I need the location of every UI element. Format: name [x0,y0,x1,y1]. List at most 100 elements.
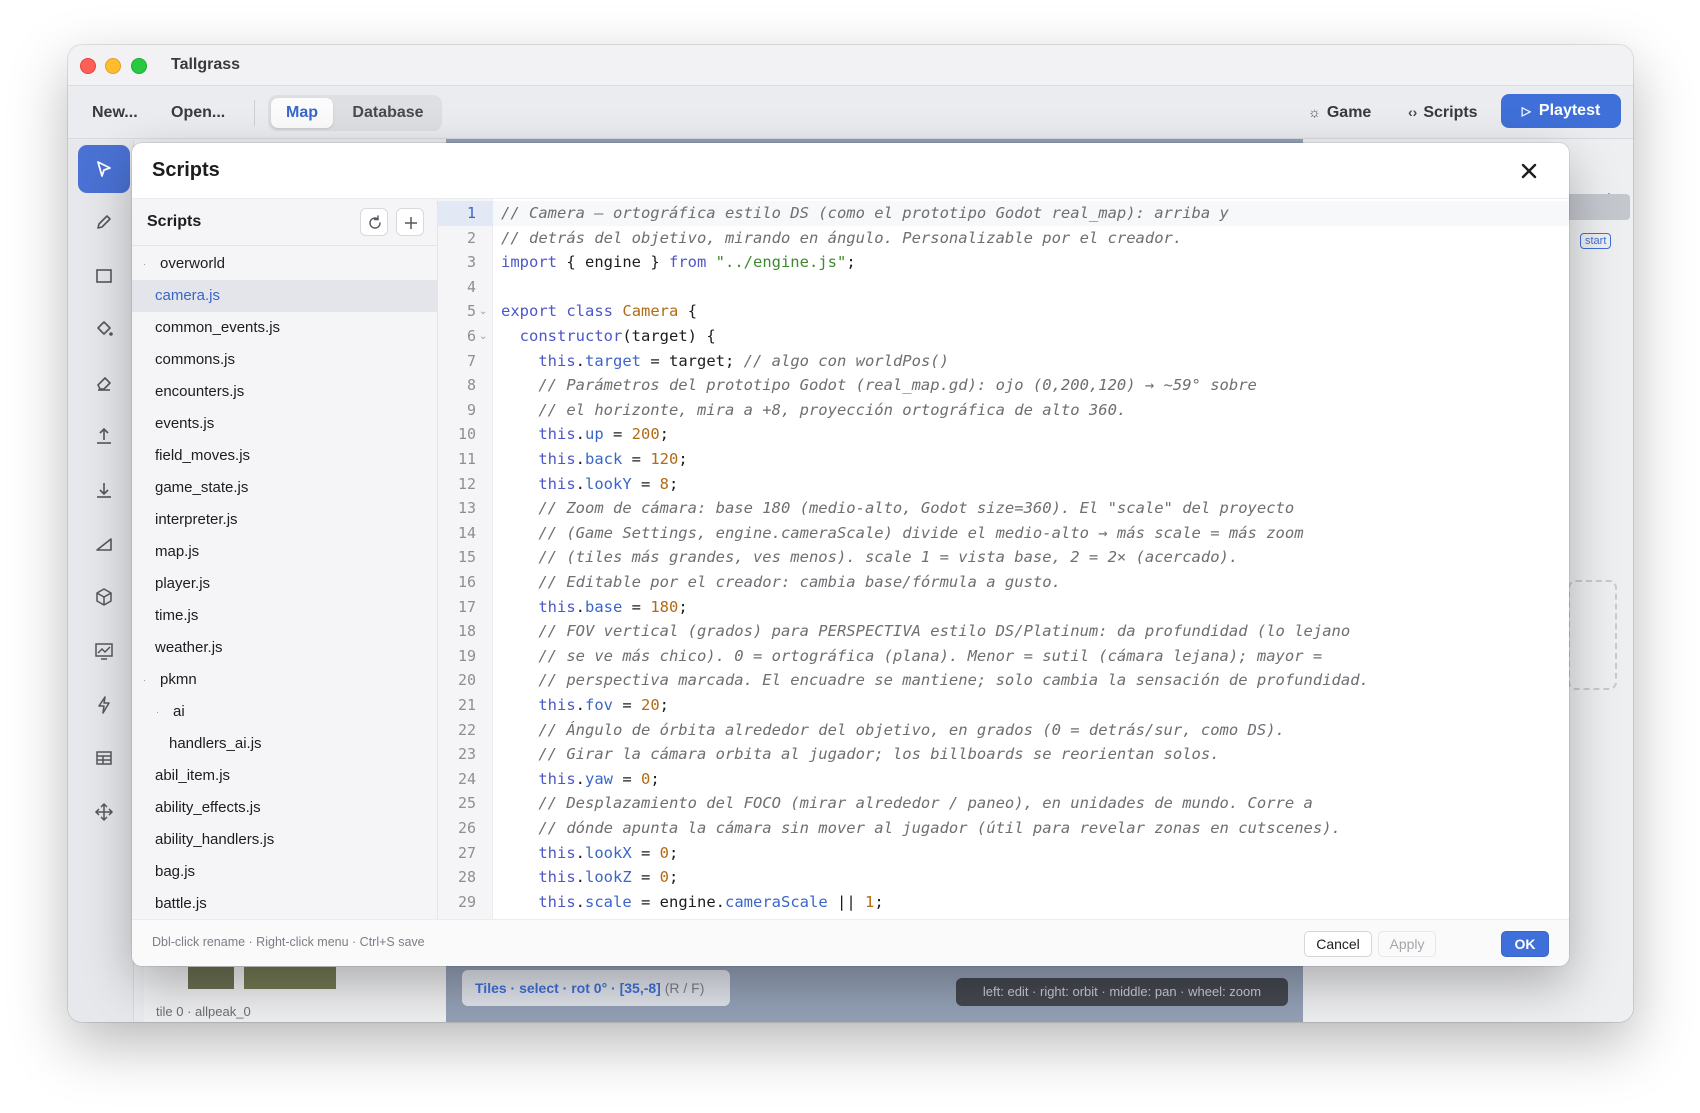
tree-folder[interactable]: · overworld [132,248,437,280]
tree-file[interactable]: weather.js [132,632,437,664]
scripts-button[interactable]: ‹› Scripts [1408,86,1478,139]
tree-file[interactable]: ability_effects.js [132,792,437,824]
tree-file[interactable]: time.js [132,600,437,632]
folder-caret-icon[interactable]: · [143,248,146,280]
fold-toggle-icon[interactable]: ⌄ [479,299,487,324]
tree-file[interactable]: game_state.js [132,472,437,504]
code-line[interactable]: // Zoom de cámara: base 180 (medio-alto,… [501,496,1294,521]
fold-toggle-icon[interactable]: ⌄ [479,324,487,349]
refresh-button[interactable] [360,208,388,236]
code-line[interactable]: this.lookZ = 0; [501,865,678,890]
folder-caret-icon[interactable]: · [156,696,159,728]
tree-file[interactable]: battle.js [132,888,437,919]
tool-pencil[interactable] [78,198,130,246]
code-line[interactable]: export class Camera { [501,299,697,324]
tree-file[interactable]: field_moves.js [132,440,437,472]
code-line[interactable]: // (Game Settings, engine.cameraScale) d… [501,521,1303,546]
tree-file[interactable]: encounters.js [132,376,437,408]
tree-file[interactable]: camera.js [132,280,437,312]
tree-file[interactable]: ability_handlers.js [132,824,437,856]
playtest-button[interactable]: ▷ Playtest [1501,94,1621,128]
tool-raise[interactable] [78,412,130,460]
tool-select[interactable] [78,145,130,193]
new-script-button[interactable] [396,208,424,236]
code-line[interactable]: // Camera — ortográfica estilo DS (como … [501,201,1229,226]
code-line[interactable]: // Editable por el creador: cambia base/… [501,570,1061,595]
tool-terrain[interactable] [78,627,130,675]
tool-move[interactable] [78,788,130,836]
code-line[interactable]: // perspectiva marcada. El encuadre se m… [501,668,1369,693]
tile-swatch[interactable] [188,967,234,989]
tool-object[interactable] [78,573,130,621]
tree-folder[interactable]: · ai [132,696,437,728]
line-number: 11 [457,450,476,468]
game-button[interactable]: ☼ Game [1308,86,1371,139]
code-line[interactable]: // Girar la cámara orbita al jugador; lo… [501,742,1219,767]
code-line[interactable]: this.target = target; // algo con worldP… [501,349,949,374]
code-editor[interactable]: 1 // Camera — ortográfica estilo DS (como… [438,199,1569,919]
tree-file[interactable]: events.js [132,408,437,440]
line-number: 8 [466,376,476,395]
code-line[interactable]: // el horizonte, mira a +8, proyección o… [501,398,1126,423]
tool-eraser[interactable] [78,359,130,407]
line-number: 7 [466,351,476,370]
tree-file[interactable]: common_events.js [132,312,437,344]
code-line[interactable]: this.yaw = 0; [501,767,659,792]
code-line[interactable]: this.lookX = 0; [501,841,678,866]
code-line[interactable]: // se ve más chico). 0 = ortográfica (pl… [501,644,1322,669]
close-window-button[interactable] [80,58,96,74]
play-icon: ▷ [1521,104,1531,118]
tree-folder[interactable]: · pkmn [132,664,437,696]
code-line[interactable]: this.base = 180; [501,595,687,620]
code-line[interactable]: this.back = 120; [501,447,687,472]
minimize-window-button[interactable] [105,58,121,74]
code-line[interactable]: // Parámetros del prototipo Godot (real_… [501,373,1257,398]
open-button[interactable]: Open... [171,86,225,139]
terrain-icon [95,643,113,660]
close-dialog-button[interactable] [1517,159,1541,183]
folder-caret-icon[interactable]: · [143,664,146,696]
new-button[interactable]: New... [92,86,138,139]
code-line[interactable]: // (tiles más grandes, ves menos). scale… [501,545,1238,570]
tab-map[interactable]: Map [271,98,333,128]
tool-slope[interactable] [78,520,130,568]
script-tree: · overworld camera.js common_events.js commo… [132,248,437,919]
code-line[interactable]: constructor(target) { [501,324,716,349]
tile-swatch[interactable] [244,967,336,989]
line-number: 1 [466,204,476,222]
tool-fill[interactable] [78,305,130,353]
tileset-icon [96,751,112,765]
ok-button[interactable]: OK [1501,931,1549,957]
drop-zone[interactable] [1568,580,1617,690]
cancel-button[interactable]: Cancel [1304,931,1372,957]
tree-file[interactable]: interpreter.js [132,504,437,536]
code-line[interactable]: this.scale = engine.cameraScale || 1; [501,890,883,915]
tree-file[interactable]: bag.js [132,856,437,888]
code-line[interactable]: import { engine } from "../engine.js"; [501,250,856,275]
playtest-button-label: Playtest [1538,102,1601,119]
zoom-window-button[interactable] [131,58,147,74]
tree-file[interactable]: map.js [132,536,437,568]
start-badge: start [1580,233,1612,249]
code-line[interactable]: // detrás del objetivo, mirando en ángul… [501,226,1182,251]
rectangle-icon [96,269,112,283]
apply-button[interactable]: Apply [1378,931,1436,957]
tab-database[interactable]: Database [340,98,436,128]
sidebar-title: Scripts [147,213,202,230]
tool-rectangle[interactable] [78,252,130,300]
tree-file[interactable]: handlers_ai.js [132,728,437,760]
tree-file[interactable]: commons.js [132,344,437,376]
code-line[interactable]: // dónde apunta la cámara sin mover al j… [501,816,1341,841]
code-line[interactable]: // Desplazamiento del FOCO (mirar alrede… [501,791,1313,816]
tool-lower[interactable] [78,466,130,514]
tree-file[interactable]: abil_item.js [132,760,437,792]
code-line[interactable]: this.lookY = 8; [501,472,678,497]
tree-file[interactable]: player.js [132,568,437,600]
tool-tileset[interactable] [78,734,130,782]
dialog-title: Scripts [152,159,220,181]
code-line[interactable]: // FOV vertical (grados) para PERSPECTIV… [501,619,1350,644]
code-line[interactable]: // Ángulo de órbita alrededor del objeti… [501,718,1285,743]
code-line[interactable]: this.fov = 20; [501,693,669,718]
code-line[interactable]: this.up = 200; [501,422,669,447]
tool-event[interactable] [78,681,130,729]
